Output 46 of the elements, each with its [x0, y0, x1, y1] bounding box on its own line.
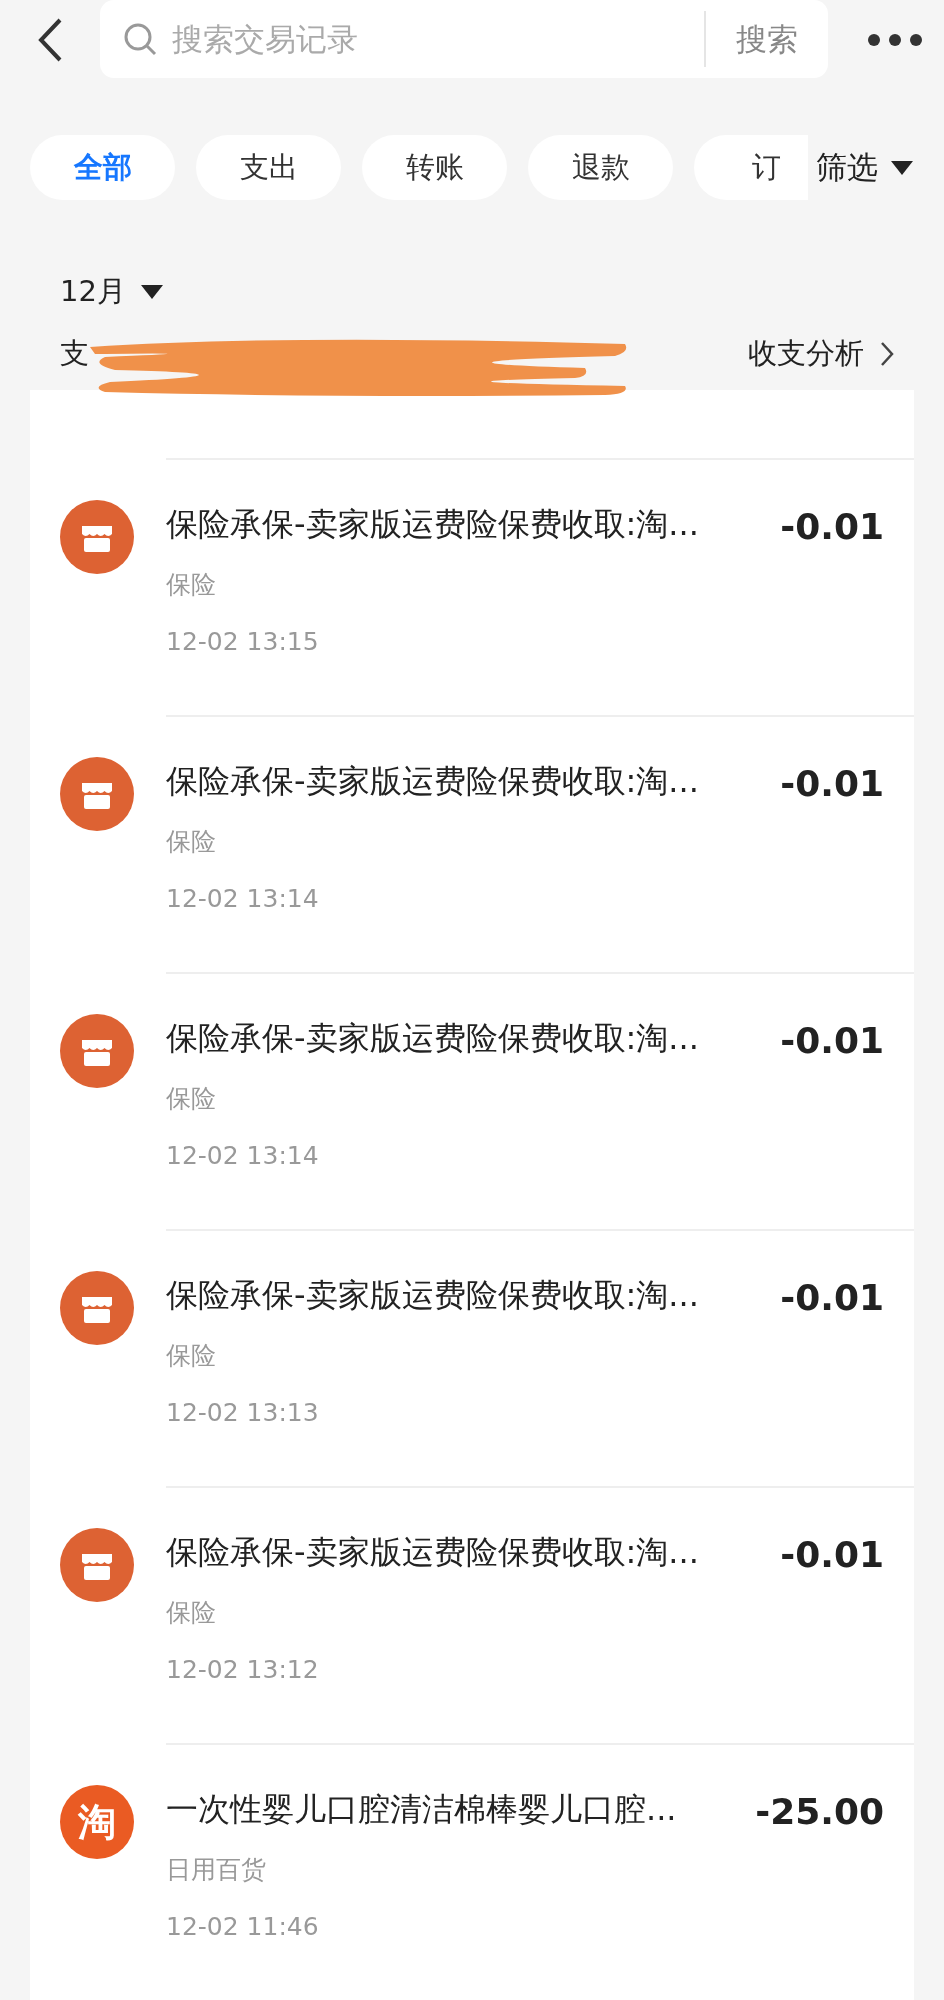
transaction-time: 12-02 11:46 — [166, 1911, 319, 1943]
transaction-time: 12-02 13:12 — [166, 1654, 319, 1686]
store-icon — [60, 499, 134, 574]
filter-tab[interactable]: 退款 — [528, 135, 673, 200]
dropdown-triangle-icon — [139, 283, 164, 300]
transaction-category: 保险 — [166, 1596, 216, 1629]
transaction-category: 保险 — [166, 825, 216, 858]
filter-button[interactable]: 筛选 — [816, 144, 914, 191]
transaction-amount: -0.01 — [780, 761, 884, 806]
month-selector[interactable]: 12月 — [60, 270, 164, 314]
transaction-amount: -0.01 — [780, 1275, 884, 1320]
transaction-time: 12-02 13:13 — [166, 1397, 319, 1429]
transaction-title: 保险承保-卖家版运费险保费收取:淘... — [166, 1017, 699, 1059]
filter-tab[interactable]: 支出 — [196, 135, 341, 200]
transaction-time: 12-02 13:14 — [166, 1140, 319, 1172]
transaction-amount: -25.00 — [755, 1789, 884, 1834]
analysis-link[interactable]: 收支分析 — [748, 331, 894, 376]
dropdown-triangle-icon — [890, 159, 914, 176]
chevron-right-icon — [880, 340, 894, 367]
expense-label: 支 — [60, 334, 89, 372]
transaction-category: 日用百货 — [166, 1853, 266, 1886]
transaction-amount: -0.01 — [780, 1018, 884, 1063]
transaction-title: 保险承保-卖家版运费险保费收取:淘... — [166, 760, 699, 802]
transaction-amount: -0.01 — [780, 1532, 884, 1577]
store-icon — [60, 1527, 134, 1602]
store-icon — [60, 756, 134, 831]
transaction-category: 保险 — [166, 568, 216, 601]
store-icon — [60, 1013, 134, 1088]
transaction-title: 保险承保-卖家版运费险保费收取:淘... — [166, 1531, 699, 1573]
transaction-title: 保险承保-卖家版运费险保费收取:淘... — [166, 503, 699, 545]
transaction-time: 12-02 13:14 — [166, 883, 319, 915]
transaction-category: 保险 — [166, 1082, 216, 1115]
transaction-time: 12-02 13:15 — [166, 626, 319, 658]
transaction-category: 保险 — [166, 1339, 216, 1372]
search-field[interactable]: 搜索交易记录 搜索 — [100, 0, 828, 78]
filter-tab[interactable]: 全部 — [30, 135, 175, 200]
transaction-title: 保险承保-卖家版运费险保费收取:淘... — [166, 1274, 699, 1316]
back-icon — [36, 17, 64, 63]
filter-tab[interactable]: 订 — [694, 135, 808, 200]
transaction-title: 一次性婴儿口腔清洁棉棒婴儿口腔... — [166, 1788, 677, 1830]
store-icon — [60, 1270, 134, 1345]
search-icon — [122, 21, 158, 57]
filter-tab[interactable]: 转账 — [362, 135, 507, 200]
taobao-icon: 淘 — [60, 1784, 134, 1859]
transaction-amount: -0.01 — [780, 504, 884, 549]
search-button[interactable]: 搜索 — [706, 0, 828, 78]
